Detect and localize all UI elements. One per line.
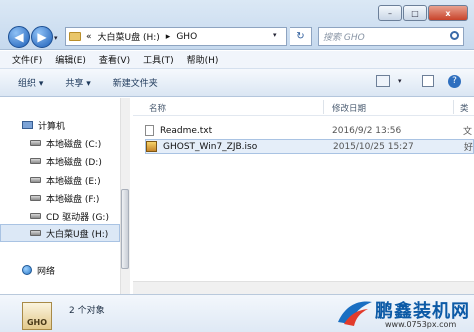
usb-drive-icon (30, 230, 41, 236)
sidebar-scrollbar-thumb[interactable] (121, 189, 129, 269)
file-name: Readme.txt (160, 125, 213, 136)
hard-drive-icon (30, 158, 41, 164)
navigation-pane: 计算机 本地磁盘 (C:) 本地磁盘 (D:) 本地磁盘 (E:) 本地磁盘 (… (0, 98, 120, 294)
sidebar-item-label: 本地磁盘 (C:) (46, 139, 102, 150)
sidebar-item-label: 计算机 (38, 121, 66, 132)
network-icon (22, 265, 32, 275)
sidebar-item-drive-c[interactable]: 本地磁盘 (C:) (0, 134, 120, 152)
search-icon[interactable] (450, 31, 459, 40)
sidebar-item-drive-h[interactable]: 大白菜U盘 (H:) (0, 224, 120, 242)
help-icon[interactable]: ? (448, 75, 461, 88)
column-header-type[interactable]: 类 (460, 102, 469, 114)
file-row[interactable]: Readme.txt 2016/9/2 13:56 文 (145, 123, 474, 138)
sidebar-item-label: 网络 (37, 266, 56, 277)
breadcrumb-folder[interactable]: GHO (176, 32, 197, 42)
hard-drive-icon (30, 195, 41, 201)
view-dropdown-icon[interactable]: ▾ (398, 77, 402, 85)
iso-archive-icon (146, 141, 157, 152)
sidebar-item-label: 本地磁盘 (E:) (46, 176, 101, 187)
watermark-logo (338, 301, 372, 326)
sidebar-item-drive-e[interactable]: 本地磁盘 (E:) (0, 171, 120, 189)
preview-pane-icon[interactable] (422, 75, 434, 87)
file-row[interactable]: GHOST_Win7_ZJB.iso 2015/10/25 15:27 好 (145, 139, 474, 154)
close-button[interactable]: x (428, 5, 468, 21)
breadcrumb-overflow[interactable]: « (86, 32, 92, 42)
recent-pages-dropdown[interactable]: ▾ (54, 34, 62, 42)
view-options-icon[interactable] (376, 75, 390, 87)
sidebar-item-network[interactable]: 网络 (0, 261, 120, 279)
column-divider[interactable] (453, 100, 454, 114)
file-name: GHOST_Win7_ZJB.iso (163, 141, 258, 152)
file-list-horizontal-scrollbar[interactable] (133, 281, 474, 294)
organize-button[interactable]: 组织 ▾ (18, 76, 43, 89)
back-button[interactable]: ◀ (8, 26, 30, 48)
menu-file[interactable]: 文件(F) (12, 53, 42, 66)
search-placeholder: 搜索 GHO (323, 33, 365, 43)
text-file-icon (145, 125, 154, 136)
computer-icon (22, 121, 33, 129)
menu-help[interactable]: 帮助(H) (187, 53, 219, 66)
file-date: 2016/9/2 13:56 (332, 125, 402, 136)
column-header-row: 名称 修改日期 类 (133, 98, 474, 116)
new-folder-button[interactable]: 新建文件夹 (113, 76, 158, 89)
sidebar-item-drive-f[interactable]: 本地磁盘 (F:) (0, 189, 120, 207)
folder-thumbnail-icon: GHO (22, 302, 52, 330)
column-header-date[interactable]: 修改日期 (332, 102, 366, 114)
folder-icon (69, 32, 81, 41)
column-header-name[interactable]: 名称 (149, 102, 166, 114)
file-date: 2015/10/25 15:27 (333, 141, 414, 152)
menu-edit[interactable]: 编辑(E) (55, 53, 86, 66)
minimize-button[interactable]: – (378, 5, 402, 21)
refresh-button[interactable]: ↻ (290, 27, 312, 46)
address-dropdown[interactable]: ▾ (273, 31, 277, 39)
file-list: 名称 修改日期 类 Readme.txt 2016/9/2 13:56 文 GH… (133, 98, 474, 294)
sidebar-item-label: 本地磁盘 (F:) (46, 194, 100, 205)
hard-drive-icon (30, 177, 41, 183)
search-input[interactable]: 搜索 GHO (318, 27, 464, 46)
file-type: 好 (464, 143, 474, 153)
column-divider[interactable] (323, 100, 324, 114)
address-bar[interactable]: « 大白菜U盘 (H:) ▸ GHO (65, 27, 287, 46)
breadcrumb-drive[interactable]: 大白菜U盘 (H:) (98, 30, 160, 43)
file-type: 文 (463, 127, 473, 137)
sidebar-item-label: 本地磁盘 (D:) (46, 157, 102, 168)
sidebar-item-computer[interactable]: 计算机 (0, 116, 120, 134)
sidebar-item-drive-d[interactable]: 本地磁盘 (D:) (0, 152, 120, 170)
command-bar: 组织 ▾ 共享 ▾ 新建文件夹 ▾ ? (0, 68, 474, 97)
item-count: 2 个对象 (69, 306, 105, 316)
maximize-button[interactable]: □ (403, 5, 427, 21)
menu-bar: 文件(F) 编辑(E) 查看(V) 工具(T) 帮助(H) (0, 51, 474, 68)
breadcrumb-separator[interactable]: ▸ (166, 32, 171, 42)
sidebar-item-label: CD 驱动器 (G:) (46, 212, 109, 223)
forward-button[interactable]: ▶ (31, 26, 53, 48)
sidebar-item-label: 大白菜U盘 (H:) (46, 229, 109, 240)
cd-drive-icon (30, 213, 41, 219)
menu-view[interactable]: 查看(V) (99, 53, 130, 66)
share-button[interactable]: 共享 ▾ (65, 76, 90, 89)
sidebar-item-drive-g[interactable]: CD 驱动器 (G:) (0, 207, 120, 225)
window-controls: – □ x (377, 5, 468, 22)
hard-drive-icon (30, 140, 41, 146)
menu-tools[interactable]: 工具(T) (143, 53, 174, 66)
watermark-url: www.0753px.com (385, 320, 457, 329)
